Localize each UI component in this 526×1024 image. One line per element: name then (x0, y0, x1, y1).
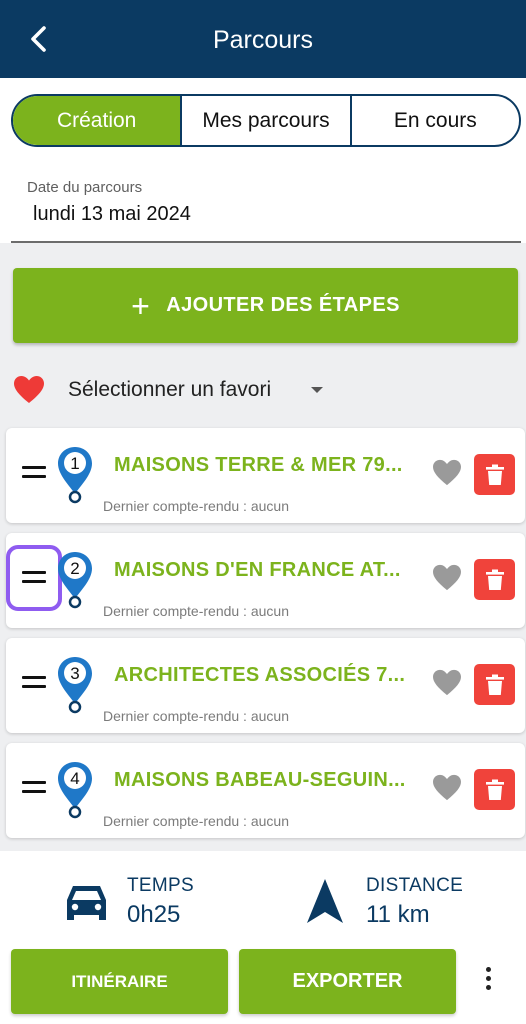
date-field[interactable]: lundi 13 mai 2024 (33, 203, 191, 226)
tab-mes-parcours[interactable]: Mes parcours (180, 96, 349, 145)
favorite-heart-icon[interactable] (432, 669, 462, 697)
stop-number: 4 (70, 769, 79, 788)
drag-handle-icon[interactable] (22, 781, 46, 795)
map-pin-icon: 4 (58, 762, 92, 819)
export-button[interactable]: EXPORTER (239, 949, 456, 1014)
stop-card[interactable]: 2 MAISONS D'EN FRANCE AT... Dernier comp… (6, 533, 525, 628)
app-header: Parcours (0, 0, 526, 78)
trash-icon (485, 779, 504, 800)
delete-button[interactable] (474, 559, 515, 600)
favorite-selector[interactable]: Sélectionner un favori (13, 372, 373, 408)
favorite-heart-icon[interactable] (432, 774, 462, 802)
delete-button[interactable] (474, 664, 515, 705)
date-label: Date du parcours (27, 179, 143, 196)
tab-bar: Création Mes parcours En cours (11, 94, 521, 147)
page-title: Parcours (212, 26, 314, 54)
delete-button[interactable] (474, 454, 515, 495)
navigation-arrow-icon (307, 879, 343, 923)
add-steps-button[interactable]: + AJOUTER DES ÉTAPES (13, 268, 518, 343)
stop-title: MAISONS TERRE & MER 79... (114, 454, 403, 476)
drag-handle-highlight (6, 545, 62, 611)
stop-title: MAISONS BABEAU-SEGUIN... (114, 769, 406, 791)
add-steps-label: AJOUTER DES ÉTAPES (166, 294, 400, 316)
stop-subtitle: Dernier compte-rendu : aucun (103, 603, 289, 619)
stop-card[interactable]: 3 ARCHITECTES ASSOCIÉS 7... Dernier comp… (6, 638, 525, 733)
delete-button[interactable] (474, 769, 515, 810)
dropdown-caret-icon (311, 387, 323, 393)
favorite-heart-icon[interactable] (432, 459, 462, 487)
car-icon (67, 886, 106, 920)
stop-title: MAISONS D'EN FRANCE AT... (114, 559, 401, 581)
stop-subtitle: Dernier compte-rendu : aucun (103, 813, 289, 829)
stop-number: 1 (70, 454, 79, 473)
stop-subtitle: Dernier compte-rendu : aucun (103, 498, 289, 514)
favorite-heart-icon[interactable] (432, 564, 462, 592)
stop-card[interactable]: 4 MAISONS BABEAU-SEGUIN... Dernier compt… (6, 743, 525, 838)
time-value: 0h25 (127, 901, 181, 928)
distance-value: 11 km (366, 901, 430, 928)
stop-number: 2 (70, 559, 79, 578)
stop-number: 3 (70, 664, 79, 683)
time-label: TEMPS (127, 875, 194, 896)
stop-subtitle: Dernier compte-rendu : aucun (103, 708, 289, 724)
plus-icon: + (131, 287, 151, 324)
itinerary-button[interactable]: ITINÉRAIRE (11, 949, 228, 1014)
trash-icon (485, 464, 504, 485)
map-pin-icon: 1 (58, 447, 92, 504)
more-vertical-icon[interactable] (478, 967, 498, 997)
drag-handle-icon[interactable] (22, 676, 46, 690)
heart-icon (14, 376, 44, 403)
stop-card[interactable]: 1 MAISONS TERRE & MER 79... Dernier comp… (6, 428, 525, 523)
tab-creation[interactable]: Création (13, 96, 181, 145)
favorite-label: Sélectionner un favori (68, 378, 272, 401)
stop-title: ARCHITECTES ASSOCIÉS 7... (114, 664, 406, 686)
drag-handle-icon[interactable] (22, 466, 46, 480)
map-pin-icon: 3 (58, 657, 92, 714)
trash-icon (485, 674, 504, 695)
distance-label: DISTANCE (366, 875, 464, 896)
map-pin-icon: 2 (58, 552, 92, 609)
tab-en-cours[interactable]: En cours (349, 96, 519, 145)
trash-icon (485, 569, 504, 590)
